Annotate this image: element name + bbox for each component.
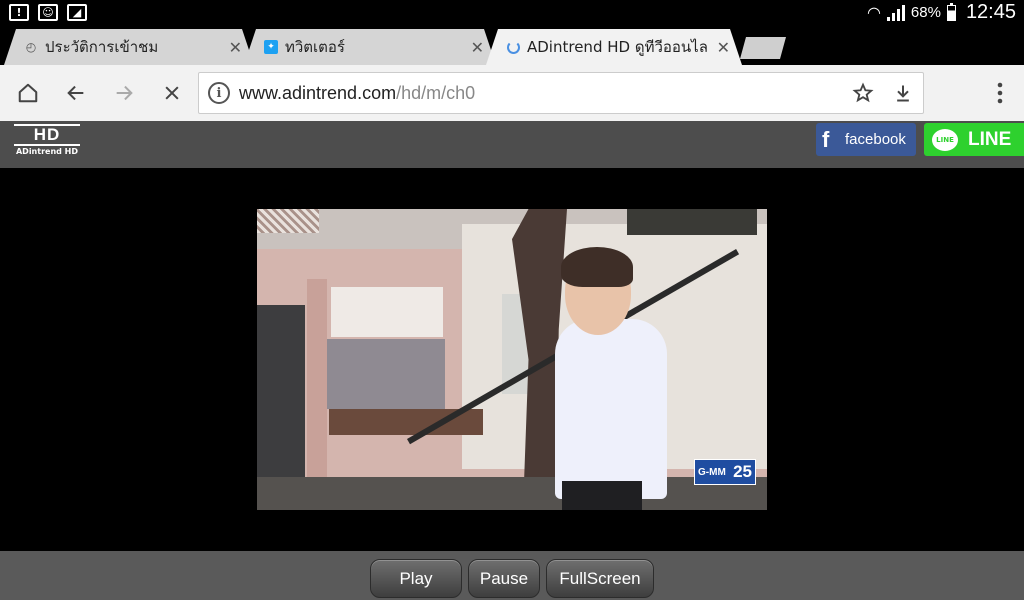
history-icon: ◴ xyxy=(25,40,37,54)
close-x-icon xyxy=(165,86,179,100)
status-bar: ! ☺ ◢ ◠ 68% 12:45 xyxy=(0,0,1024,25)
url-text[interactable]: www.adintrend.com/hd/m/ch0 xyxy=(239,83,843,104)
star-icon xyxy=(852,82,874,103)
facebook-share-button[interactable]: f facebook xyxy=(816,123,916,156)
loading-spinner-icon xyxy=(506,40,520,54)
channel-name: G-MM xyxy=(698,466,726,478)
video-scene-lattice xyxy=(257,209,319,233)
bookmark-star-button[interactable] xyxy=(843,82,883,104)
tab-twitter[interactable]: ✦ ทวิตเตอร์ ✕ xyxy=(244,29,496,65)
tab-strip: ◴ ประวัติการเข้าชม ✕ ✦ ทวิตเตอร์ ✕ ADint… xyxy=(0,25,1024,65)
video-scene-window xyxy=(627,209,757,235)
home-button[interactable] xyxy=(4,69,52,117)
url-host: www.adintrend.com xyxy=(239,82,397,103)
close-icon[interactable]: ✕ xyxy=(471,38,484,57)
url-path: /hd/m/ch0 xyxy=(396,82,476,103)
clock: 12:45 xyxy=(965,1,1016,23)
line-share-button[interactable]: LINE LINE xyxy=(924,123,1024,156)
site-header: HD ADintrend HD f facebook LINE LINE xyxy=(0,121,1024,168)
download-icon xyxy=(897,85,909,102)
new-tab-button[interactable] xyxy=(740,37,786,59)
tab-history[interactable]: ◴ ประวัติการเข้าชม ✕ xyxy=(4,29,254,65)
channel-number: 25 xyxy=(733,462,752,481)
tab-title: ประวัติการเข้าชม xyxy=(45,38,159,56)
menu-button[interactable] xyxy=(976,69,1024,117)
alert-icon: ! xyxy=(9,4,29,21)
kebab-menu-icon xyxy=(997,82,1003,104)
video-scene-grey-panel xyxy=(327,339,445,409)
fullscreen-button[interactable]: FullScreen xyxy=(546,559,654,598)
tab-adintrend[interactable]: ADintrend HD ดูทีวีออนไล ✕ xyxy=(486,29,742,65)
system-status: ◠ 68% 12:45 xyxy=(867,1,1024,24)
tab-title: ทวิตเตอร์ xyxy=(285,38,345,56)
player-controls: Play Pause FullScreen xyxy=(0,551,1024,600)
play-button[interactable]: Play xyxy=(370,559,462,598)
stop-button[interactable] xyxy=(148,69,196,117)
video-scene-person-hair xyxy=(561,247,633,287)
twitter-icon: ✦ xyxy=(264,40,278,54)
line-label: LINE xyxy=(968,128,1012,150)
close-icon[interactable]: ✕ xyxy=(229,38,242,57)
back-button[interactable] xyxy=(52,69,100,117)
tab-title: ADintrend HD ดูทีวีออนไล xyxy=(527,38,708,56)
forward-arrow-icon xyxy=(116,85,133,101)
battery-icon xyxy=(946,2,956,21)
home-icon xyxy=(18,83,38,103)
site-logo[interactable]: HD ADintrend HD xyxy=(14,124,80,157)
facebook-label: facebook xyxy=(845,131,906,148)
video-scene-door xyxy=(257,305,305,481)
battery-percent: 68% xyxy=(910,4,941,21)
forward-button[interactable] xyxy=(100,69,148,117)
web-page: HD ADintrend HD f facebook LINE LINE G-M… xyxy=(0,121,1024,600)
address-bar[interactable]: i www.adintrend.com/hd/m/ch0 xyxy=(198,72,924,114)
back-arrow-icon xyxy=(67,85,84,101)
logo-hd-text: HD xyxy=(14,124,80,146)
video-scene-person-pants xyxy=(562,481,642,510)
channel-logo: G-MM 25 xyxy=(694,459,756,485)
image-icon: ◢ xyxy=(67,4,87,21)
line-icon: LINE xyxy=(932,128,958,151)
pause-button[interactable]: Pause xyxy=(468,559,540,598)
face-icon: ☺ xyxy=(38,4,58,21)
wifi-icon: ◠ xyxy=(866,3,881,22)
info-icon[interactable]: i xyxy=(208,82,230,104)
video-scene-ground xyxy=(257,477,767,510)
video-player[interactable]: G-MM 25 xyxy=(257,209,767,510)
close-icon[interactable]: ✕ xyxy=(717,38,730,57)
video-scene-window-white xyxy=(331,287,443,337)
video-scene-pillar xyxy=(307,279,327,479)
facebook-icon: f xyxy=(822,126,830,152)
video-scene-person-shirt xyxy=(555,319,667,499)
browser-toolbar: i www.adintrend.com/hd/m/ch0 xyxy=(0,65,1024,121)
logo-subtitle: ADintrend HD xyxy=(15,147,78,156)
notification-icons: ! ☺ ◢ xyxy=(0,4,87,21)
download-button[interactable] xyxy=(883,82,923,104)
signal-icon xyxy=(886,4,905,21)
